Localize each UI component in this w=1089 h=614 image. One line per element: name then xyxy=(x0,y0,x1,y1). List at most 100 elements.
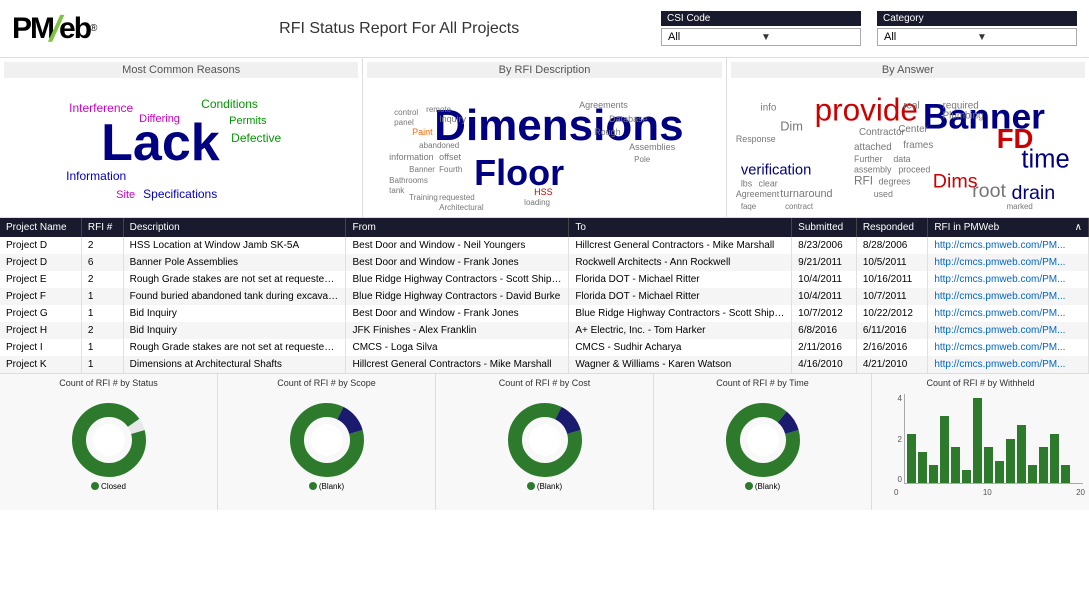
cloud-panel-description: By RFI Description Dimensions Floor Agre… xyxy=(363,58,726,217)
word-root: root xyxy=(972,180,1006,202)
table-cell[interactable]: http://cmcs.pmweb.com/PM... xyxy=(928,288,1089,305)
table-cell: HSS Location at Window Jamb SK-5A xyxy=(123,237,346,254)
col-from[interactable]: From xyxy=(346,218,569,237)
legend-color-closed xyxy=(91,482,99,490)
word-contract: contract xyxy=(785,202,814,211)
chart-status-title: Count of RFI # by Status xyxy=(4,378,213,388)
rfi-table-section: Project Name RFI # Description From To S… xyxy=(0,218,1089,374)
rfi-table: Project Name RFI # Description From To S… xyxy=(0,218,1089,373)
word-further: Further xyxy=(854,154,883,164)
word-frames: frames xyxy=(903,140,933,151)
word-agreement2: Agreement xyxy=(736,189,780,199)
word-information2: information xyxy=(389,152,434,162)
word-faqe: faqe xyxy=(740,202,756,211)
category-label: Category xyxy=(877,11,1077,26)
word-information: Information xyxy=(66,169,126,183)
csi-code-filter: CSI Code All ▼ xyxy=(661,11,861,46)
table-cell: Blue Ridge Highway Contractors - David B… xyxy=(346,288,569,305)
col-submitted[interactable]: Submitted xyxy=(792,218,857,237)
table-cell: 1 xyxy=(81,339,123,356)
word-rfi150: RFI xyxy=(854,173,873,187)
sort-icon: ∧ xyxy=(1075,222,1082,233)
word-permits: Permits xyxy=(229,115,267,127)
table-cell: 1 xyxy=(81,305,123,322)
word-proceed: proceed xyxy=(898,165,930,175)
table-cell: 6 xyxy=(81,254,123,271)
table-cell: Best Door and Window - Neil Youngers xyxy=(346,237,569,254)
bar-13 xyxy=(1039,447,1048,483)
word-degrees: degrees xyxy=(878,176,911,186)
table-cell: 4/21/2010 xyxy=(856,356,927,373)
table-cell: 1 xyxy=(81,356,123,373)
word-control: control xyxy=(394,108,418,117)
table-cell: 9/21/2011 xyxy=(792,254,857,271)
bar-4 xyxy=(940,416,949,483)
table-cell: Project I xyxy=(0,339,81,356)
table-cell[interactable]: http://cmcs.pmweb.com/PM... xyxy=(928,356,1089,373)
col-project-name[interactable]: Project Name xyxy=(0,218,81,237)
legend-cost-blank: (Blank) xyxy=(527,482,562,491)
word-offset: offset xyxy=(439,152,461,162)
table-cell: Hillcrest General Contractors - Mike Mar… xyxy=(569,237,792,254)
table-cell[interactable]: http://cmcs.pmweb.com/PM... xyxy=(928,254,1089,271)
col-rfi-pmweb[interactable]: RFI in PMWeb ∧ xyxy=(928,218,1089,237)
word-time: time xyxy=(1021,146,1069,174)
cloud-panel-answer: By Answer provide Banner FD time verific… xyxy=(727,58,1089,217)
table-cell[interactable]: http://cmcs.pmweb.com/PM... xyxy=(928,237,1089,254)
charts-section: Count of RFI # by Status Closed Count of… xyxy=(0,374,1089,510)
bar-15 xyxy=(1061,465,1070,483)
filters: CSI Code All ▼ Category All ▼ xyxy=(661,11,1077,46)
col-description[interactable]: Description xyxy=(123,218,346,237)
donut-status-legend: Closed xyxy=(91,482,126,491)
word-differing: Differing xyxy=(139,113,180,125)
bar-12 xyxy=(1028,465,1037,483)
word-training: Training xyxy=(409,193,438,202)
table-cell: 2 xyxy=(81,237,123,254)
csi-value: All xyxy=(668,31,761,43)
word-attached: attached xyxy=(854,142,892,153)
bar-chart-withheld: 4 2 0 xyxy=(876,390,1085,500)
bar-1 xyxy=(907,434,916,483)
word-agreements: Agreements xyxy=(579,100,628,110)
table-cell[interactable]: http://cmcs.pmweb.com/PM... xyxy=(928,339,1089,356)
table-header-row: Project Name RFI # Description From To S… xyxy=(0,218,1089,237)
word-plumbing: Plumbing xyxy=(942,110,983,121)
table-cell: Blue Ridge Highway Contractors - Scott S… xyxy=(569,305,792,322)
category-select[interactable]: All ▼ xyxy=(877,28,1077,46)
table-cell: 2 xyxy=(81,271,123,288)
word-drain: drain xyxy=(1011,182,1055,204)
word-marked: marked xyxy=(1006,202,1032,211)
cloud-content-description: Dimensions Floor Agreements Database Rou… xyxy=(367,80,721,215)
table-cell: Project H xyxy=(0,322,81,339)
word-used: used xyxy=(873,189,892,199)
legend-label-time: (Blank) xyxy=(755,482,780,491)
word-architectural: Architectural xyxy=(439,203,484,212)
table-cell: Found buried abandoned tank during excav… xyxy=(123,288,346,305)
bar-chart-bars xyxy=(904,394,1083,484)
csi-select[interactable]: All ▼ xyxy=(661,28,861,46)
table-cell: 10/4/2011 xyxy=(792,271,857,288)
table-cell: 10/16/2011 xyxy=(856,271,927,288)
table-cell: Rough Grade stakes are not set at reques… xyxy=(123,271,346,288)
table-cell: Best Door and Window - Frank Jones xyxy=(346,305,569,322)
table-cell: A+ Electric, Inc. - Tom Harker xyxy=(569,322,792,339)
table-cell: Project G xyxy=(0,305,81,322)
table-cell: Dimensions at Architectural Shafts xyxy=(123,356,346,373)
word-fourth: Fourth xyxy=(439,165,462,174)
table-cell: 10/4/2011 xyxy=(792,288,857,305)
word-remote: remote xyxy=(426,105,451,114)
donut-scope-legend: (Blank) xyxy=(309,482,344,491)
x-label-20: 20 xyxy=(1076,488,1085,497)
cloud-title-description: By RFI Description xyxy=(367,62,721,78)
col-responded[interactable]: Responded xyxy=(856,218,927,237)
logo: PM / eb ® xyxy=(12,11,97,47)
word-paint: Paint xyxy=(412,127,433,137)
table-cell[interactable]: http://cmcs.pmweb.com/PM... xyxy=(928,305,1089,322)
x-label-10: 10 xyxy=(983,488,992,497)
col-rfi-num[interactable]: RFI # xyxy=(81,218,123,237)
table-cell[interactable]: http://cmcs.pmweb.com/PM... xyxy=(928,322,1089,339)
col-to[interactable]: To xyxy=(569,218,792,237)
bar-14 xyxy=(1050,434,1059,483)
table-cell[interactable]: http://cmcs.pmweb.com/PM... xyxy=(928,271,1089,288)
cloud-content-reasons: Lack Interference Conditions Differing P… xyxy=(4,80,358,215)
